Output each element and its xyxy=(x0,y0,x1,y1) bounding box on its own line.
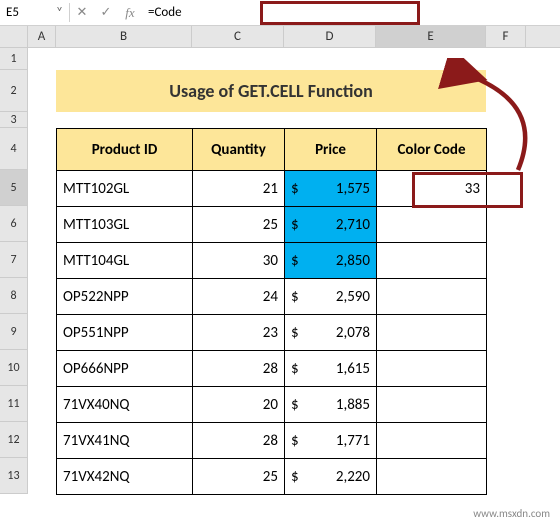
row-header-13[interactable]: 13 xyxy=(0,458,28,494)
row-header-10[interactable]: 10 xyxy=(0,350,28,386)
th-quantity: Quantity xyxy=(193,129,285,171)
cell-color-code[interactable] xyxy=(377,387,487,423)
col-header-c[interactable]: C xyxy=(192,26,284,47)
data-table: Product ID Quantity Price Color Code MTT… xyxy=(56,128,487,495)
cell-product-id[interactable]: 71VX41NQ xyxy=(57,423,193,459)
table-row: 71VX42NQ25$2,220 xyxy=(57,459,487,495)
fx-icon[interactable]: fx xyxy=(118,5,142,21)
table-row: 71VX41NQ28$1,771 xyxy=(57,423,487,459)
table-header-row: Product ID Quantity Price Color Code xyxy=(57,129,487,171)
cell-price[interactable]: $1,575 xyxy=(285,171,377,207)
row-header-12[interactable]: 12 xyxy=(0,422,28,458)
cell-color-code[interactable] xyxy=(377,459,487,495)
cell-quantity[interactable]: 21 xyxy=(193,171,285,207)
row-header-2[interactable]: 2 xyxy=(0,70,28,112)
cell-color-code[interactable] xyxy=(377,243,487,279)
col-header-b[interactable]: B xyxy=(56,26,192,47)
cell-color-code[interactable] xyxy=(377,207,487,243)
cell-product-id[interactable]: MTT102GL xyxy=(57,171,193,207)
cell-product-id[interactable]: OP551NPP xyxy=(57,315,193,351)
table-row: MTT104GL30$2,850 xyxy=(57,243,487,279)
row-header-7[interactable]: 7 xyxy=(0,242,28,278)
watermark: www.msxdn.com xyxy=(473,507,550,520)
cell-color-code[interactable]: 33 xyxy=(377,171,487,207)
cell-color-code[interactable] xyxy=(377,351,487,387)
table-row: OP551NPP23$2,078 xyxy=(57,315,487,351)
cell-color-code[interactable] xyxy=(377,279,487,315)
formula-bar: E5 ˅ ✕ ✓ fx =Code xyxy=(0,0,560,26)
cell-product-id[interactable]: 71VX42NQ xyxy=(57,459,193,495)
col-header-e[interactable]: E xyxy=(376,26,486,47)
cell-quantity[interactable]: 25 xyxy=(193,207,285,243)
table-row: OP666NPP28$1,615 xyxy=(57,351,487,387)
enter-icon[interactable]: ✓ xyxy=(94,5,118,20)
page-title: Usage of GET.CELL Function xyxy=(56,70,486,112)
cell-color-code[interactable] xyxy=(377,423,487,459)
cell-product-id[interactable]: OP522NPP xyxy=(57,279,193,315)
cell-product-id[interactable]: OP666NPP xyxy=(57,351,193,387)
row-header-9[interactable]: 9 xyxy=(0,314,28,350)
cell-quantity[interactable]: 24 xyxy=(193,279,285,315)
cell-product-id[interactable]: MTT104GL xyxy=(57,243,193,279)
row-header-5[interactable]: 5 xyxy=(0,170,28,206)
name-box-dropdown-icon[interactable]: ˅ xyxy=(56,5,63,20)
cell-quantity[interactable]: 28 xyxy=(193,351,285,387)
cell-quantity[interactable]: 25 xyxy=(193,459,285,495)
col-header-a[interactable]: A xyxy=(28,26,56,47)
cell-quantity[interactable]: 23 xyxy=(193,315,285,351)
sheet-grid[interactable]: Usage of GET.CELL Function Product ID Qu… xyxy=(28,48,560,494)
cell-price[interactable]: $2,078 xyxy=(285,315,377,351)
cell-price[interactable]: $2,220 xyxy=(285,459,377,495)
row-header-8[interactable]: 8 xyxy=(0,278,28,314)
name-box-value: E5 xyxy=(6,5,19,20)
col-header-f[interactable]: F xyxy=(486,26,526,47)
cell-product-id[interactable]: 71VX40NQ xyxy=(57,387,193,423)
table-row: OP522NPP24$2,590 xyxy=(57,279,487,315)
th-price: Price xyxy=(285,129,377,171)
name-box[interactable]: E5 ˅ xyxy=(0,3,70,22)
cell-quantity[interactable]: 20 xyxy=(193,387,285,423)
cell-price[interactable]: $2,710 xyxy=(285,207,377,243)
table-row: MTT103GL25$2,710 xyxy=(57,207,487,243)
cell-price[interactable]: $1,771 xyxy=(285,423,377,459)
th-product-id: Product ID xyxy=(57,129,193,171)
row-header-4[interactable]: 4 xyxy=(0,128,28,170)
cell-price[interactable]: $1,615 xyxy=(285,351,377,387)
cell-quantity[interactable]: 28 xyxy=(193,423,285,459)
col-header-d[interactable]: D xyxy=(284,26,376,47)
cancel-icon[interactable]: ✕ xyxy=(70,5,94,20)
cell-color-code[interactable] xyxy=(377,315,487,351)
select-all-corner[interactable] xyxy=(0,26,28,47)
th-color-code: Color Code xyxy=(377,129,487,171)
table-row: MTT102GL21$1,57533 xyxy=(57,171,487,207)
row-headers: 1 2 3 4 5 6 7 8 9 10 11 12 13 xyxy=(0,48,28,494)
row-header-11[interactable]: 11 xyxy=(0,386,28,422)
cell-product-id[interactable]: MTT103GL xyxy=(57,207,193,243)
formula-input[interactable]: =Code xyxy=(142,3,560,22)
row-header-3[interactable]: 3 xyxy=(0,112,28,128)
cell-quantity[interactable]: 30 xyxy=(193,243,285,279)
row-header-6[interactable]: 6 xyxy=(0,206,28,242)
column-headers: A B C D E F xyxy=(0,26,560,48)
cell-price[interactable]: $2,850 xyxy=(285,243,377,279)
table-row: 71VX40NQ20$1,885 xyxy=(57,387,487,423)
row-header-1[interactable]: 1 xyxy=(0,48,28,70)
cell-price[interactable]: $1,885 xyxy=(285,387,377,423)
cell-price[interactable]: $2,590 xyxy=(285,279,377,315)
